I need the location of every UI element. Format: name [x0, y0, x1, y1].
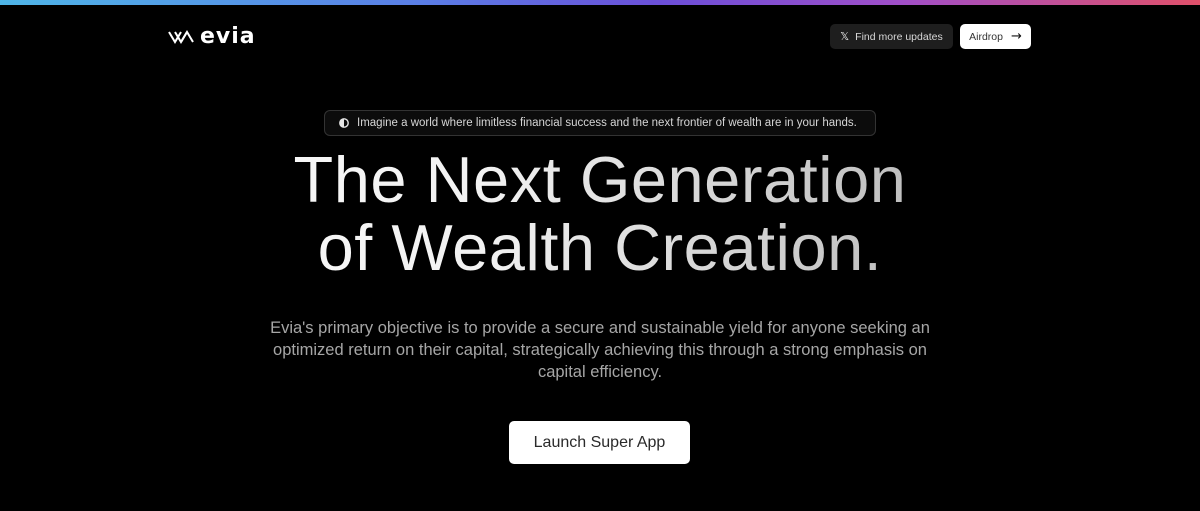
announcement-pill: Imagine a world where limitless financia… [324, 110, 876, 136]
headline-line-1: The Next Generation [0, 146, 1200, 214]
landing-page: evia 𝕏 Find more updates Airdrop → Imagi… [0, 0, 1200, 511]
half-circle-icon [339, 118, 349, 128]
announcement-text: Imagine a world where limitless financia… [357, 117, 857, 129]
launch-super-app-button[interactable]: Launch Super App [509, 421, 690, 464]
arrow-right-icon: → [1010, 29, 1022, 44]
hero-description: Evia's primary objective is to provide a… [270, 319, 930, 381]
x-logo-icon: 𝕏 [840, 30, 850, 43]
headline-line-2: of Wealth Creation. [0, 214, 1200, 282]
airdrop-label: Airdrop [969, 30, 1003, 43]
find-more-updates-button[interactable]: 𝕏 Find more updates [830, 24, 953, 49]
brand-logo[interactable]: evia [168, 24, 256, 49]
evia-chevron-mark-icon [168, 30, 194, 44]
top-gradient-bar [0, 0, 1200, 5]
airdrop-button[interactable]: Airdrop → [960, 24, 1031, 49]
brand-name: evia [200, 24, 256, 49]
find-more-updates-label: Find more updates [855, 30, 943, 43]
hero-headline: The Next Generation of Wealth Creation. [0, 146, 1200, 282]
